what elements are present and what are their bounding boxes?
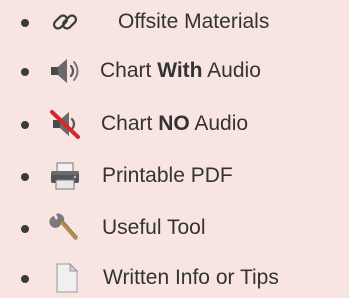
bullet [21,121,29,129]
legend-item-written-info: Written Info or Tips [0,258,349,298]
legend-item-printable-pdf: Printable PDF [0,156,349,196]
legend-item-chart-no-audio: Chart NO Audio [0,104,349,144]
legend-item-offsite-materials: Offsite Materials [0,2,349,42]
legend-label: Printable PDF [102,164,233,187]
legend-label: Chart With Audio [100,59,261,82]
bullet [21,225,29,233]
icon-legend: Offsite Materials Chart With Audio Chart… [0,0,349,293]
bullet [21,68,29,76]
chain-link-icon [47,6,83,38]
legend-item-chart-with-audio: Chart With Audio [0,51,349,91]
document-icon [47,262,83,294]
legend-label: Written Info or Tips [103,266,279,289]
legend-label: Useful Tool [102,216,206,239]
printer-icon [47,160,83,192]
bullet [21,173,29,181]
bullet [21,19,29,27]
legend-item-useful-tool: Useful Tool [0,208,349,248]
wrench-icon [47,212,83,244]
speaker-muted-icon [47,108,83,140]
bullet [21,275,29,283]
legend-label: Chart NO Audio [101,112,249,135]
speaker-icon [47,55,83,87]
legend-label: Offsite Materials [118,10,270,33]
